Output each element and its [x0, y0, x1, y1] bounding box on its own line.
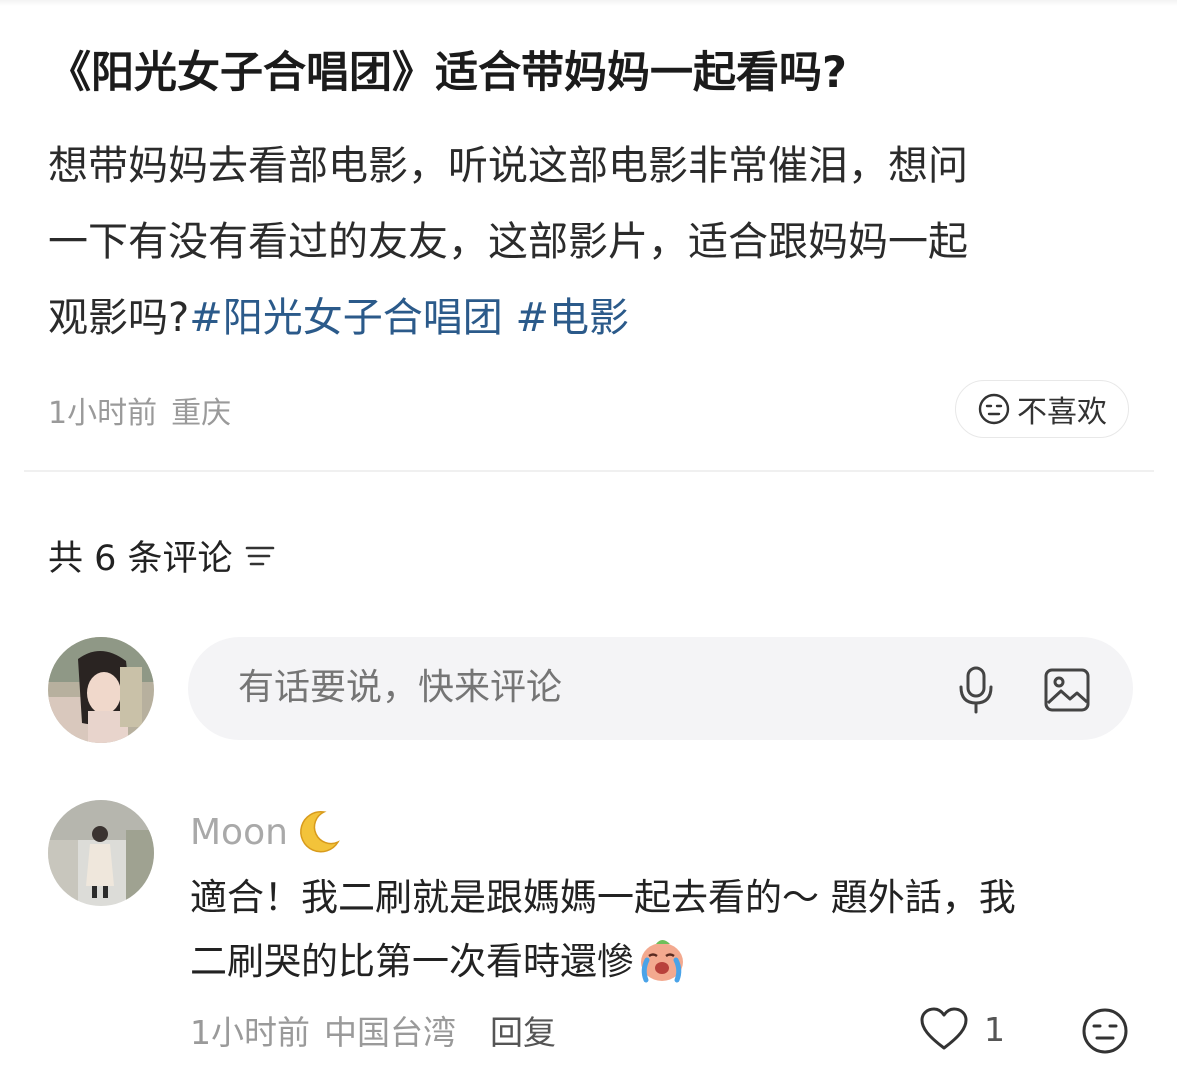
hashtag-link[interactable]: #阳光女子合唱团 — [189, 295, 503, 341]
dislike-button[interactable]: 不喜欢 — [955, 380, 1129, 438]
like-count: 1 — [984, 1009, 1005, 1049]
hashtag-link[interactable]: #电影 — [515, 295, 629, 341]
comment-meta: 1小时前 中国台湾 回复 — [190, 1006, 556, 1054]
post-body-line: 想带妈妈去看部电影，听说这部电影非常催泪，想问 — [48, 143, 968, 189]
comment-dislike-icon[interactable] — [1080, 1006, 1130, 1056]
comment-location: 中国台湾 — [324, 1013, 456, 1052]
divider — [24, 470, 1154, 472]
neutral-face-icon — [978, 393, 1010, 425]
image-icon[interactable] — [1043, 667, 1091, 713]
commenter-username[interactable]: Moon — [190, 812, 288, 853]
post-time: 1小时前 — [48, 396, 158, 431]
comment-line: 適合！我二刷就是跟媽媽一起去看的～ 題外話，我 — [190, 876, 1016, 919]
post-title: 《阳光女子合唱团》适合带妈妈一起看吗? — [48, 48, 847, 98]
like-button[interactable]: 1 — [918, 1006, 1005, 1052]
user-avatar[interactable] — [48, 637, 154, 743]
comment-time: 1小时前 — [190, 1013, 310, 1052]
reply-button[interactable]: 回复 — [490, 1013, 556, 1052]
comment-count: 共 6 条评论 — [48, 539, 233, 579]
post-body-line: 一下有没有看过的友友，这部影片，适合跟妈妈一起 — [48, 219, 968, 265]
comments-header: 共 6 条评论 — [48, 530, 277, 581]
microphone-icon[interactable] — [954, 665, 998, 715]
post-body-line-last: 观影吗?#阳光女子合唱团 #电影 — [48, 280, 1133, 356]
post-body: 想带妈妈去看部电影，听说这部电影非常催泪，想问 一下有没有看过的友友，这部影片，… — [48, 128, 1133, 356]
crescent-moon-emoji — [300, 811, 340, 853]
post-body-text: 观影吗? — [48, 295, 190, 341]
crying-emoji — [641, 940, 683, 983]
avatar-photo — [48, 637, 154, 743]
comment-line-text: 二刷哭的比第一次看時還慘 — [190, 940, 634, 983]
sort-icon[interactable] — [243, 539, 277, 573]
comment-input[interactable] — [236, 666, 880, 709]
comment-text: 適合！我二刷就是跟媽媽一起去看的～ 題外話，我 二刷哭的比第一次看時還慘 — [190, 866, 1140, 994]
comment-input-box[interactable] — [188, 637, 1133, 740]
commenter-name[interactable]: Moon — [190, 808, 342, 856]
commenter-avatar[interactable] — [48, 800, 154, 906]
post-location: 重庆 — [171, 396, 232, 431]
heart-icon — [920, 1007, 968, 1050]
comment-line-last: 二刷哭的比第一次看時還慘 — [190, 930, 1140, 994]
top-edge — [0, 0, 1177, 6]
dislike-label: 不喜欢 — [1017, 395, 1107, 430]
post-meta: 1小时前 重庆 — [48, 388, 231, 432]
avatar-photo — [48, 800, 154, 906]
